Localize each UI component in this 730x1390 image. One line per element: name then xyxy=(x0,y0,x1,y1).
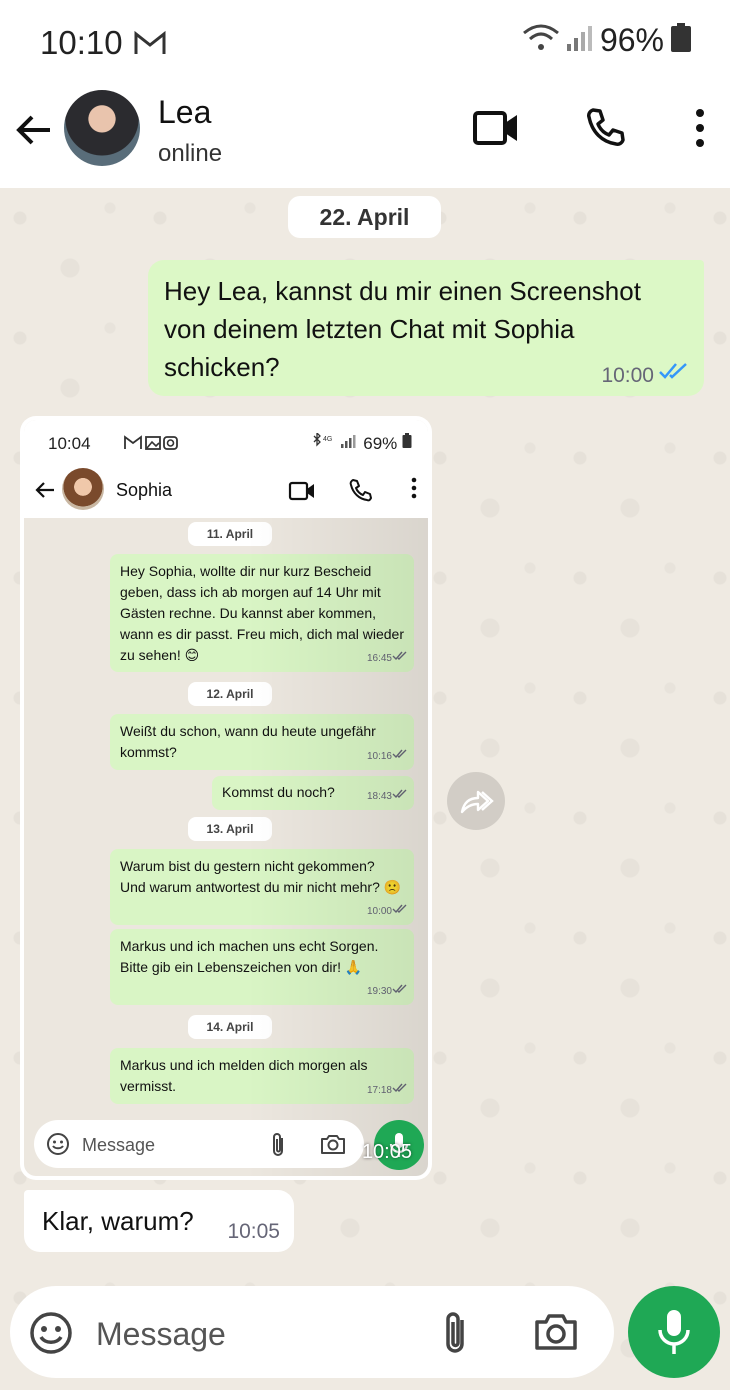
message-text: Klar, warum? xyxy=(42,1206,194,1236)
screenshot-date-divider: 13. April xyxy=(188,817,272,841)
screenshot-call-icon xyxy=(348,478,374,509)
screenshot-ticks-icon xyxy=(392,899,408,920)
screenshot-ticks-icon xyxy=(392,979,408,1000)
screenshot-message-time: 17:18 xyxy=(366,1085,392,1096)
screenshot-header: Sophia xyxy=(24,462,428,518)
screenshot-message-text: Weißt du schon, wann du heute ungefähr k… xyxy=(120,723,376,760)
read-ticks-icon xyxy=(658,361,690,386)
screenshot-input-bar: Message xyxy=(34,1120,364,1168)
emoji-icon[interactable] xyxy=(28,1310,74,1361)
battery-percentage: 96% xyxy=(599,22,664,58)
svg-text:4G: 4G xyxy=(323,436,332,443)
screenshot-message: Hey Sophia, wollte dir nur kurz Bescheid… xyxy=(110,554,414,672)
camera-icon[interactable] xyxy=(534,1312,578,1357)
screenshot-message-time: 19:30 xyxy=(366,986,392,997)
outgoing-message[interactable]: Hey Lea, kannst du mir einen Screenshot … xyxy=(148,260,704,396)
screenshot-message-text: Markus und ich machen uns echt Sorgen. B… xyxy=(120,938,379,975)
screenshot-message-time: 10:00 xyxy=(366,906,392,917)
screenshot-message-time: 18:43 xyxy=(366,791,392,802)
incoming-message[interactable]: Klar, warum? 10:05 xyxy=(24,1190,294,1252)
status-time: 10:10 xyxy=(40,24,123,61)
screenshot-more-icon xyxy=(410,476,418,505)
message-input-bar[interactable]: Message xyxy=(10,1286,614,1378)
signal-icon xyxy=(566,24,594,57)
contact-name[interactable]: Lea xyxy=(158,94,211,131)
notification-icons xyxy=(124,435,180,454)
chat-header: Lea online xyxy=(0,82,730,188)
screenshot-message: Kommst du noch? 18:43 xyxy=(212,776,414,810)
contact-status: online xyxy=(158,140,223,167)
screenshot-image[interactable]: 10:04 4G 69% Sophia 11. April Hey Sophia… xyxy=(24,420,428,1176)
image-message-time: 10:05 xyxy=(361,1141,412,1163)
screenshot-battery: 4G 69% xyxy=(311,431,413,454)
status-bar: 10:10 96% xyxy=(0,0,730,82)
screenshot-status-bar: 10:04 4G 69% xyxy=(24,420,428,462)
screenshot-message-text: Hey Sophia, wollte dir nur kurz Bescheid… xyxy=(120,563,404,663)
screenshot-contact-name: Sophia xyxy=(116,480,173,500)
screenshot-ticks-icon xyxy=(392,646,408,667)
screenshot-ticks-icon xyxy=(392,784,408,805)
chat-area[interactable]: 22. April Hey Lea, kannst du mir einen S… xyxy=(0,188,730,1390)
video-call-icon[interactable] xyxy=(472,108,520,153)
message-input[interactable]: Message xyxy=(96,1316,226,1353)
screenshot-message-time: 16:45 xyxy=(366,653,392,664)
screenshot-message-text: Warum bist du gestern nicht gekommen? Un… xyxy=(120,858,402,895)
image-message[interactable]: 10:04 4G 69% Sophia 11. April Hey Sophia… xyxy=(20,416,432,1180)
message-time: 10:00 xyxy=(601,364,654,387)
screenshot-attach-icon xyxy=(270,1132,288,1163)
screenshot-time: 10:04 xyxy=(48,434,91,453)
forward-button[interactable] xyxy=(447,772,505,830)
wifi-icon xyxy=(522,23,560,58)
gmail-icon xyxy=(133,30,167,61)
mic-button[interactable] xyxy=(628,1286,720,1378)
screenshot-battery-text: 69% xyxy=(363,434,398,453)
screenshot-date-divider: 12. April xyxy=(188,682,272,706)
screenshot-message: Warum bist du gestern nicht gekommen? Un… xyxy=(110,849,414,925)
voice-call-icon[interactable] xyxy=(584,106,628,155)
attach-icon[interactable] xyxy=(440,1310,472,1361)
screenshot-camera-icon xyxy=(320,1133,346,1160)
back-arrow-icon[interactable] xyxy=(14,110,54,155)
screenshot-message: Markus und ich machen uns echt Sorgen. B… xyxy=(110,929,414,1005)
contact-avatar[interactable] xyxy=(64,90,140,166)
more-options-icon[interactable] xyxy=(692,106,708,155)
screenshot-message: Weißt du schon, wann du heute ungefähr k… xyxy=(110,714,414,770)
screenshot-message: Markus und ich melden dich morgen als ve… xyxy=(110,1048,414,1104)
screenshot-emoji-icon xyxy=(46,1132,70,1161)
screenshot-message-time: 10:16 xyxy=(366,751,392,762)
battery-icon xyxy=(670,23,692,58)
screenshot-contact-avatar xyxy=(62,468,104,510)
screenshot-date-divider: 14. April xyxy=(188,1015,272,1039)
screenshot-ticks-icon xyxy=(392,1078,408,1099)
screenshot-back-arrow-icon xyxy=(34,480,56,505)
date-divider: 22. April xyxy=(288,196,441,238)
screenshot-input-placeholder: Message xyxy=(82,1135,156,1155)
screenshot-video-icon xyxy=(288,480,316,507)
screenshot-ticks-icon xyxy=(392,744,408,765)
screenshot-date-divider: 11. April xyxy=(188,522,272,546)
screenshot-message-text: Markus und ich melden dich morgen als ve… xyxy=(120,1057,368,1094)
message-time: 10:05 xyxy=(227,1220,280,1243)
